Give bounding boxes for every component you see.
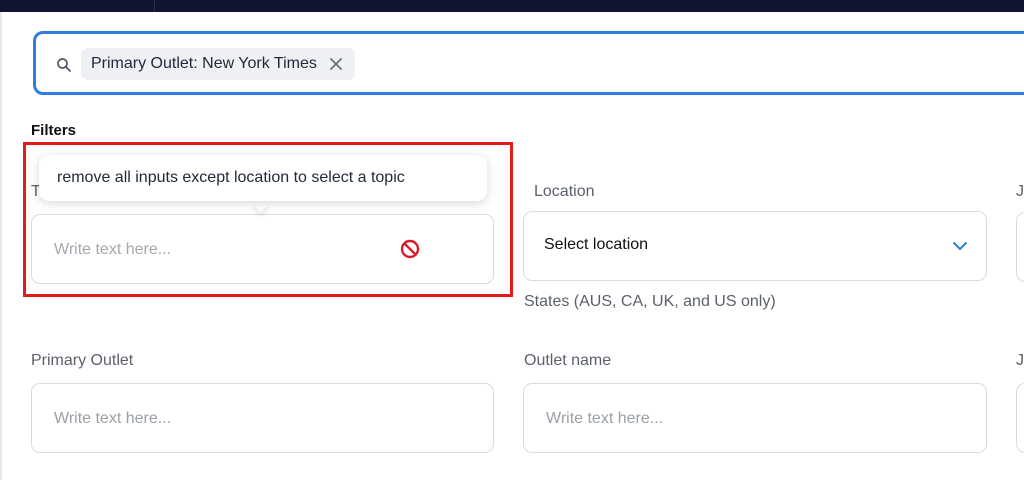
third-column-label: J xyxy=(1016,183,1024,200)
chevron-down-icon xyxy=(953,242,967,250)
search-icon xyxy=(57,58,71,72)
top-bar-divider xyxy=(154,0,155,12)
outlet-name-input[interactable] xyxy=(544,384,872,454)
filter-chip[interactable]: Primary Outlet: New York Times xyxy=(81,48,355,80)
third-column-field-2[interactable] xyxy=(1016,383,1024,453)
location-hint: States (AUS, CA, UK, and US only) xyxy=(524,293,776,310)
filter-chip-label: Primary Outlet: New York Times xyxy=(91,55,317,72)
primary-outlet-field[interactable] xyxy=(31,383,494,454)
primary-outlet-label: Primary Outlet xyxy=(31,352,134,369)
location-select[interactable]: Select location xyxy=(523,211,987,281)
outlet-name-field[interactable] xyxy=(523,383,987,454)
close-icon[interactable] xyxy=(329,57,343,71)
primary-outlet-input[interactable] xyxy=(52,384,379,454)
highlight-box xyxy=(23,142,513,297)
outlet-name-label: Outlet name xyxy=(524,352,612,369)
search-bar[interactable]: Primary Outlet: New York Times xyxy=(33,31,1024,95)
location-select-value: Select location xyxy=(544,236,649,253)
third-column-label-2: J xyxy=(1016,352,1024,369)
filters-heading: Filters xyxy=(31,122,77,139)
left-edge-border xyxy=(0,12,2,480)
top-bar xyxy=(0,0,1024,12)
third-column-field[interactable] xyxy=(1016,212,1024,282)
location-label: Location xyxy=(534,183,595,200)
